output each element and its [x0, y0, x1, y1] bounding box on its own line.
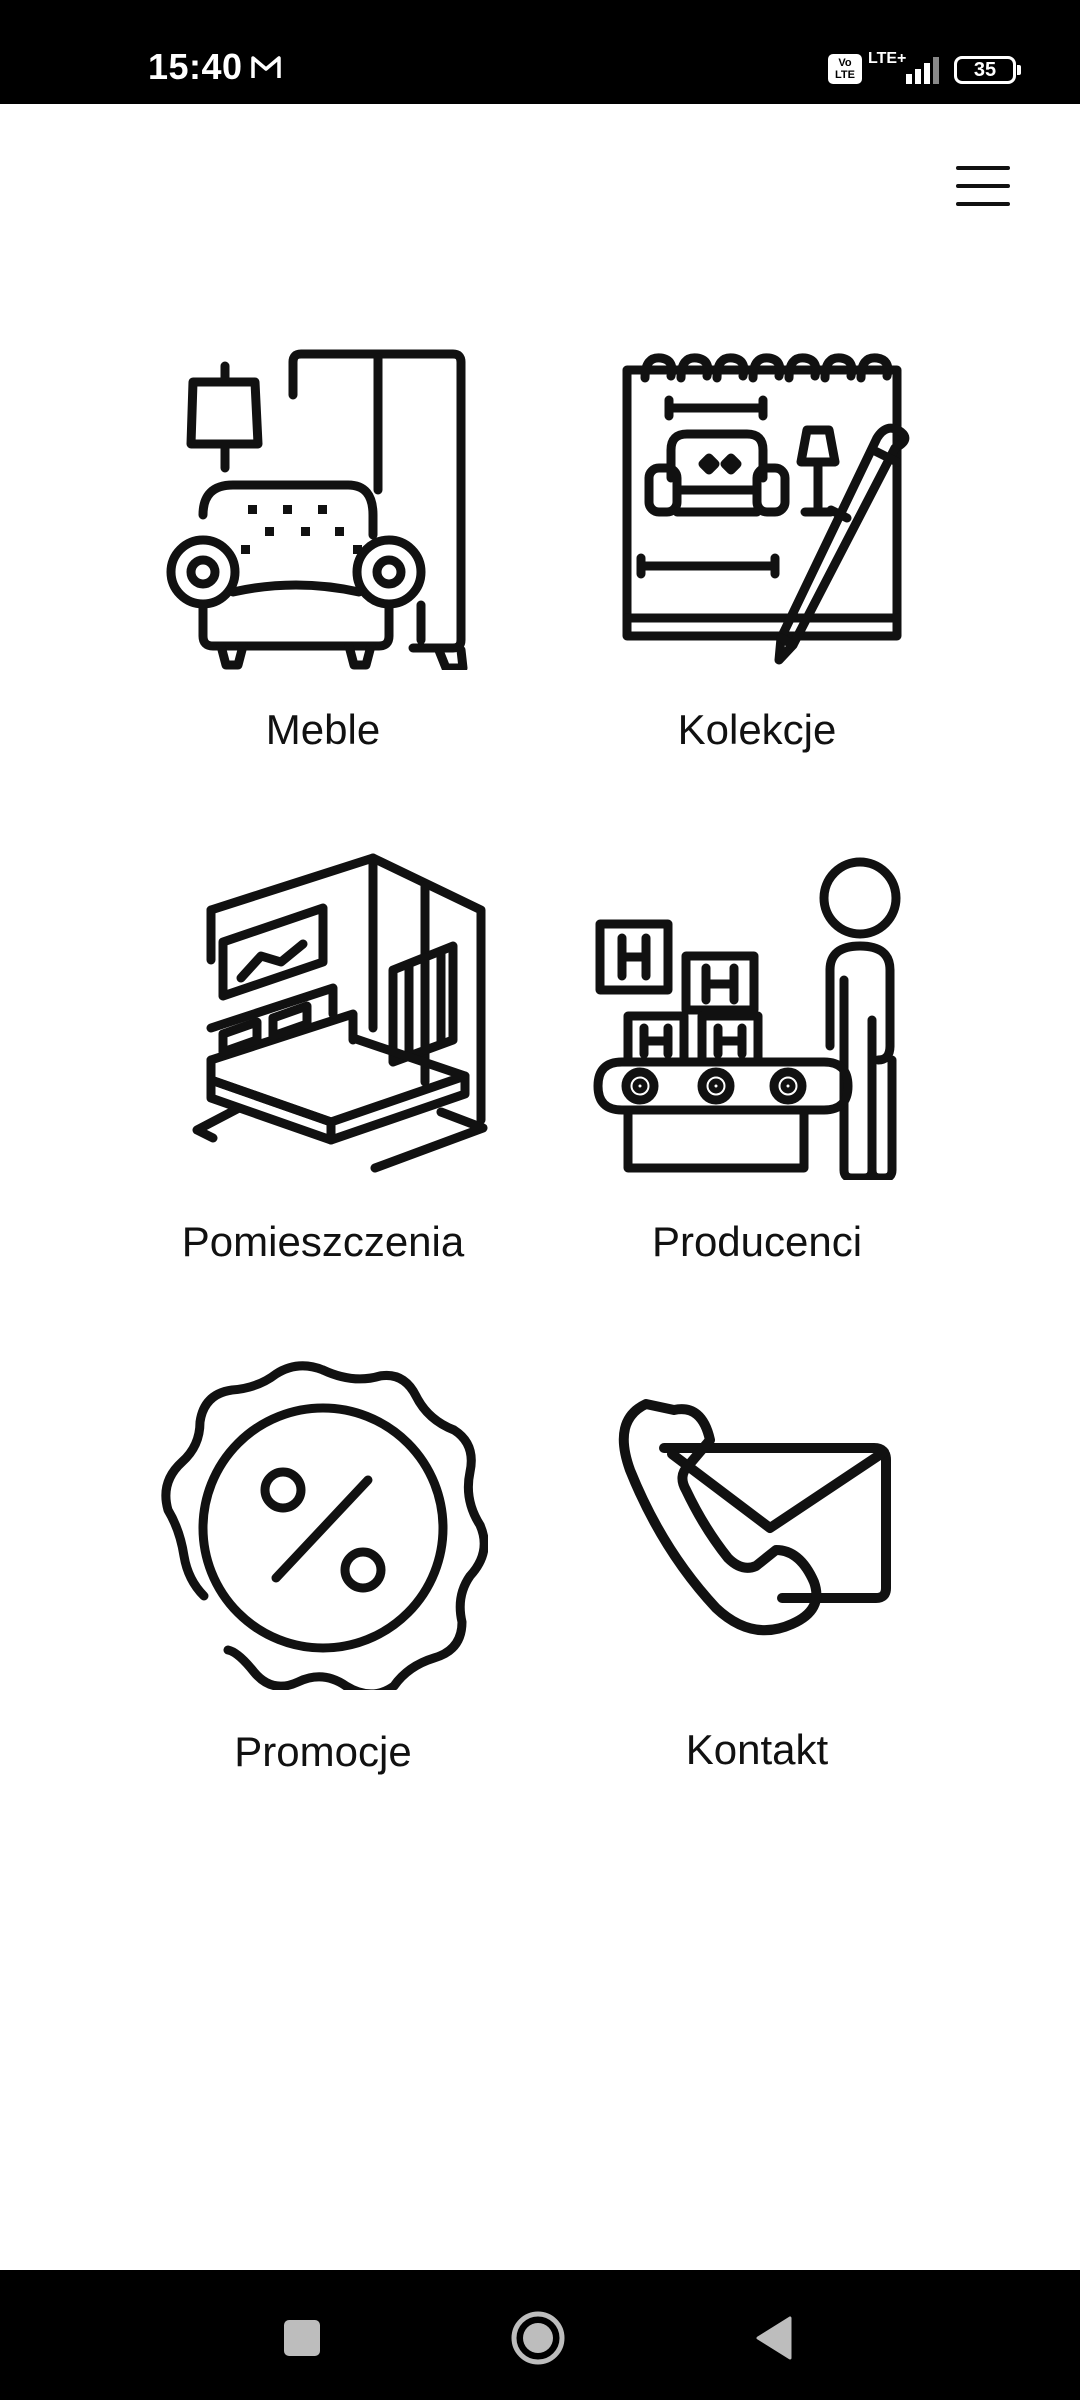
gmail-icon [251, 56, 281, 78]
back-button[interactable] [752, 2314, 798, 2362]
tile-label-kolekcje: Kolekcje [677, 706, 837, 753]
tile-label-promocje: Promocje [234, 1728, 412, 1775]
status-bar: 15:40 Vo LTE LTE+ 35 [0, 0, 1080, 104]
tile-label-pomieszczenia: Pomieszczenia [181, 1218, 465, 1265]
menu-button[interactable] [950, 160, 1016, 212]
armchair-wardrobe-icon [166, 349, 468, 670]
tile-kontakt[interactable]: Kontakt [542, 1360, 972, 1790]
percent-badge-icon [161, 1361, 488, 1690]
tile-producenci[interactable]: Producenci [542, 850, 972, 1280]
navigation-bar [0, 2270, 1080, 2400]
factory-worker-conveyor-icon [593, 857, 901, 1180]
tile-promocje[interactable]: Promocje [108, 1360, 538, 1790]
menu-bar-bottom [956, 202, 1010, 206]
battery-icon: 35 [954, 56, 1021, 84]
sketchbook-pencil-icon [622, 353, 910, 665]
phone-envelope-icon [618, 1399, 891, 1636]
menu-bar-middle [956, 184, 1010, 188]
recents-button[interactable] [280, 2316, 324, 2360]
tile-label-producenci: Producenci [651, 1218, 863, 1265]
bedroom-interior-icon [192, 853, 488, 1173]
tile-meble[interactable]: Meble [108, 340, 538, 770]
tile-label-kontakt: Kontakt [685, 1726, 829, 1773]
tile-label-meble: Meble [265, 706, 381, 753]
battery-level: 35 [973, 59, 997, 81]
volte-icon: Vo LTE [828, 54, 862, 84]
status-time: 15:40 [148, 46, 243, 87]
menu-bar-top [956, 166, 1010, 170]
tile-pomieszczenia[interactable]: Pomieszczenia [108, 850, 538, 1280]
volte-label: Vo LTE [835, 57, 855, 81]
home-button[interactable] [508, 2308, 568, 2368]
signal-icon [906, 57, 939, 84]
screen: 15:40 Vo LTE LTE+ 35 Meble Kolekcje Pomi… [0, 0, 1080, 2400]
tile-kolekcje[interactable]: Kolekcje [542, 340, 972, 770]
